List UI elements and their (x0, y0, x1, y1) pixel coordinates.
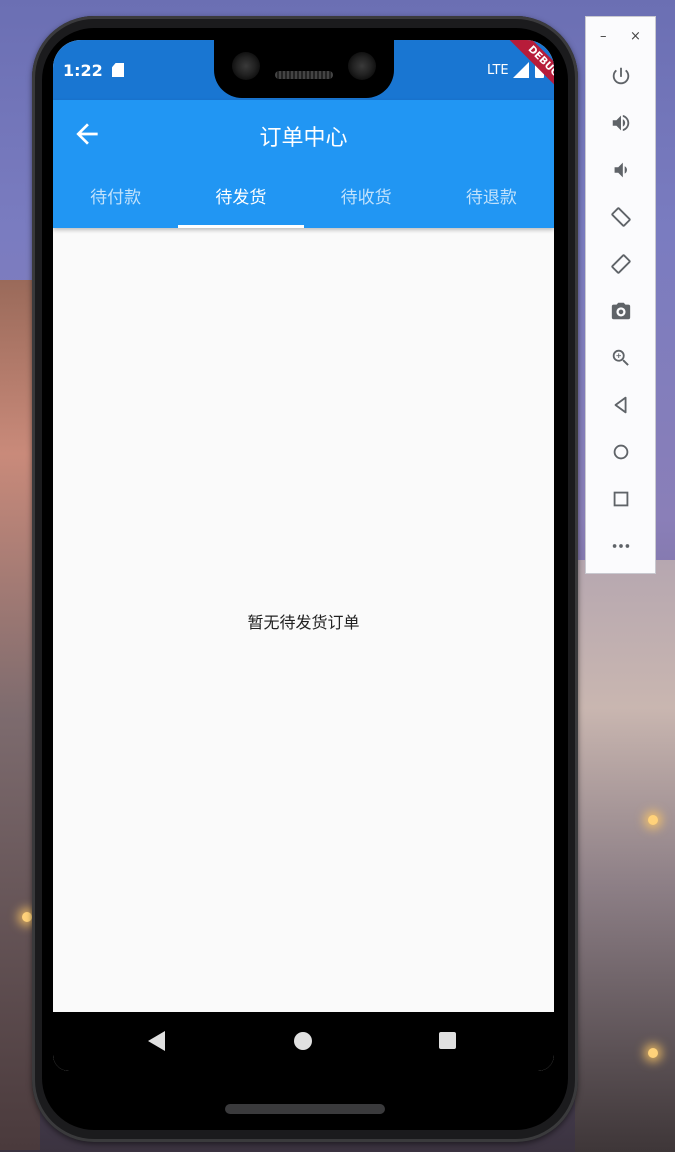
background-lamp (648, 1048, 658, 1058)
emulator-overview-button[interactable] (608, 486, 634, 512)
minimize-button[interactable]: – (600, 29, 607, 44)
more-options-button[interactable] (608, 533, 634, 559)
network-type: LTE (487, 63, 509, 78)
system-nav-bar (53, 1012, 554, 1071)
front-camera-icon (232, 52, 260, 80)
emulator-back-button[interactable] (608, 392, 634, 418)
tab-pending-refund[interactable]: 待退款 (429, 172, 554, 228)
power-button[interactable] (608, 63, 634, 89)
volume-up-icon (612, 114, 630, 132)
emulator-toolbar: – × (585, 16, 656, 574)
rotate-left-button[interactable] (608, 204, 634, 230)
empty-state-message: 暂无待发货订单 (247, 613, 360, 632)
camera-icon (611, 302, 631, 320)
background-town-right (575, 560, 675, 1152)
tab-pending-receipt[interactable]: 待收货 (304, 172, 429, 228)
tab-pending-payment[interactable]: 待付款 (53, 172, 178, 228)
signal-icon (513, 62, 529, 78)
camera-notch (214, 40, 394, 98)
nav-home-icon[interactable] (294, 1032, 312, 1050)
front-camera-icon (348, 52, 376, 80)
background-lamp (648, 815, 658, 825)
volume-down-button[interactable] (608, 157, 634, 183)
app-screen: 1:22 LTE DEBUG 订单中心 待付款 待发货 待收货 待退款 暂无待发… (53, 40, 554, 1071)
emulator-home-button[interactable] (608, 439, 634, 465)
more-icon (612, 544, 630, 548)
overview-icon (613, 491, 629, 507)
sd-card-icon (112, 63, 124, 77)
app-bar: 订单中心 待付款 待发货 待收货 待退款 (53, 100, 554, 228)
background-lamp (22, 912, 32, 922)
phone-chin-pill (225, 1104, 385, 1114)
tab-pending-shipment[interactable]: 待发货 (178, 172, 304, 228)
nav-recent-apps-icon[interactable] (439, 1032, 456, 1049)
volume-up-button[interactable] (608, 110, 634, 136)
zoom-icon (612, 349, 629, 366)
order-tabs: 待付款 待发货 待收货 待退款 (53, 172, 554, 228)
home-icon (613, 444, 629, 460)
status-time: 1:22 (63, 61, 103, 80)
back-icon (614, 396, 627, 414)
page-title: 订单中心 (259, 126, 348, 151)
rotate-right-button[interactable] (608, 251, 634, 277)
nav-back-icon[interactable] (148, 1031, 165, 1051)
power-icon (612, 67, 630, 85)
volume-down-icon (614, 162, 627, 178)
rotate-left-icon (611, 207, 631, 227)
zoom-button[interactable] (608, 345, 634, 371)
earpiece-speaker (275, 71, 333, 79)
close-button[interactable]: × (630, 29, 641, 44)
screenshot-button[interactable] (608, 298, 634, 324)
rotate-right-icon (611, 254, 631, 274)
